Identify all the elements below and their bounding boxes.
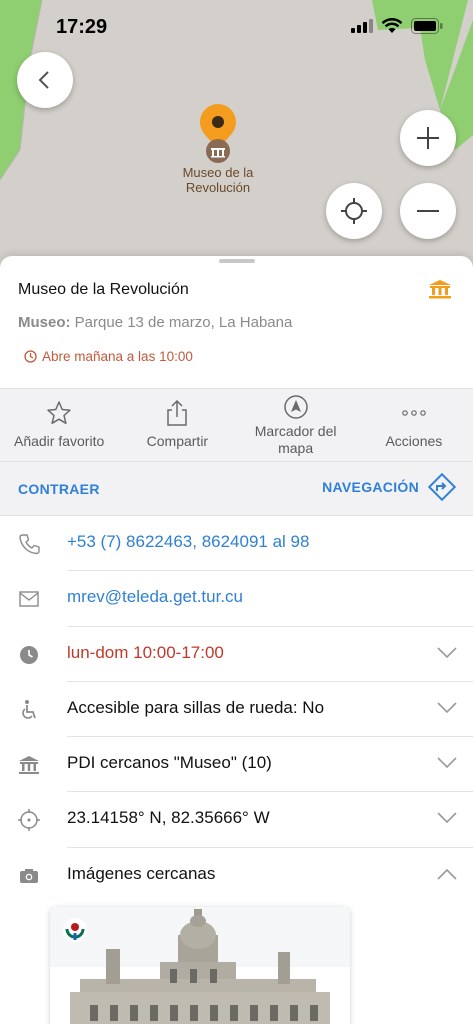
nearby-poi-row[interactable]: PDI cercanos "Museo" (10) xyxy=(0,737,473,793)
wifi-icon xyxy=(381,18,403,39)
chevron-left-icon xyxy=(38,71,49,89)
chevron-down-icon[interactable] xyxy=(437,757,457,769)
chevron-down-icon[interactable] xyxy=(437,647,457,659)
share-icon xyxy=(166,399,188,427)
my-location-button[interactable] xyxy=(326,183,382,239)
open-status-text: Abre mañana a las 10:00 xyxy=(42,349,193,364)
nearby-images-row[interactable]: Imágenes cercanas xyxy=(0,848,473,903)
email-row[interactable]: mrev@teleda.get.tur.cu xyxy=(0,571,473,627)
place-sheet: Museo de la Revolución Museo: Parque 13 … xyxy=(0,256,473,1024)
nearby-images: Imágenes cercanas xyxy=(67,863,216,883)
plus-icon xyxy=(417,127,439,149)
nearby-poi: PDI cercanos "Museo" (10) xyxy=(67,753,272,773)
map-poi-label[interactable]: Museo de la Revolución xyxy=(158,165,278,195)
navigation-row: CONTRAER NAVEGACIÓN xyxy=(0,462,473,516)
place-subtitle: Museo: Parque 13 de marzo, La Habana xyxy=(18,314,292,331)
more-actions-label: Acciones xyxy=(385,433,443,449)
clock-icon xyxy=(17,643,41,667)
cellular-signal-icon xyxy=(351,19,373,38)
battery-icon xyxy=(411,18,443,39)
more-actions-button[interactable]: Acciones xyxy=(355,389,473,461)
map-marker-icon xyxy=(283,393,309,421)
add-favorite-label: Añadir favorito xyxy=(13,433,105,449)
place-title: Museo de la Revolución xyxy=(18,281,189,298)
zoom-out-button[interactable] xyxy=(400,183,456,239)
phone-row[interactable]: +53 (7) 8622463, 8624091 al 98 xyxy=(0,516,473,572)
place-category: Museo: xyxy=(18,314,71,331)
more-icon xyxy=(401,399,427,427)
chevron-down-icon[interactable] xyxy=(437,702,457,714)
map-view[interactable]: 17:29 Museo de la Revolución xyxy=(0,0,473,270)
place-address: Parque 13 de marzo, La Habana xyxy=(74,314,293,331)
hours-row[interactable]: lun-dom 10:00-17:00 xyxy=(0,627,473,682)
chevron-up-icon[interactable] xyxy=(437,868,457,880)
coordinates-row[interactable]: 23.14158° N, 82.35666° W xyxy=(0,792,473,848)
add-favorite-button[interactable]: Añadir favorito xyxy=(0,389,118,461)
map-pin-icon[interactable] xyxy=(198,102,238,169)
wikimedia-icon xyxy=(62,917,88,948)
info-list: +53 (7) 8622463, 8624091 al 98 mrev@tele… xyxy=(0,516,473,903)
action-bar: Añadir favorito Compartir Marcador del m… xyxy=(0,388,473,462)
clock-small-icon xyxy=(24,350,37,363)
coordinates[interactable]: 23.14158° N, 82.35666° W xyxy=(67,808,270,828)
wheelchair-row[interactable]: Accesible para sillas de rueda: No xyxy=(0,682,473,738)
chevron-down-icon[interactable] xyxy=(437,812,457,824)
sheet-grabber[interactable] xyxy=(219,259,255,263)
directions-icon xyxy=(427,472,457,502)
mail-icon xyxy=(17,587,41,611)
museum-icon xyxy=(428,279,452,304)
wheelchair-icon xyxy=(17,698,41,722)
zoom-in-button[interactable] xyxy=(400,110,456,166)
map-marker-label: Marcador del mapa xyxy=(254,423,337,456)
back-button[interactable] xyxy=(17,52,73,108)
camera-icon xyxy=(17,864,41,888)
wheelchair-access: Accesible para sillas de rueda: No xyxy=(67,697,325,717)
building-photo xyxy=(50,907,350,1024)
navigate-button[interactable]: NAVEGACIÓN xyxy=(322,472,457,502)
map-marker-button[interactable]: Marcador del mapa xyxy=(237,389,355,461)
open-status: Abre mañana a las 10:00 xyxy=(24,349,193,364)
phone-icon xyxy=(17,532,41,556)
phone-number[interactable]: +53 (7) 8622463, 8624091 al 98 xyxy=(67,532,309,552)
opening-hours: lun-dom 10:00-17:00 xyxy=(67,642,224,662)
share-button[interactable]: Compartir xyxy=(118,389,236,461)
museum-icon xyxy=(17,753,41,777)
crosshair-icon xyxy=(341,198,367,224)
email-address[interactable]: mrev@teleda.get.tur.cu xyxy=(67,587,243,607)
navigate-label: NAVEGACIÓN xyxy=(322,479,419,495)
nearby-image-card[interactable] xyxy=(50,907,350,1024)
share-label: Compartir xyxy=(146,433,209,449)
collapse-button[interactable]: CONTRAER xyxy=(18,481,100,497)
status-bar: 17:29 xyxy=(0,0,473,56)
target-icon xyxy=(17,808,41,832)
minus-icon xyxy=(417,210,439,212)
status-time: 17:29 xyxy=(56,16,108,38)
star-icon xyxy=(46,399,72,427)
